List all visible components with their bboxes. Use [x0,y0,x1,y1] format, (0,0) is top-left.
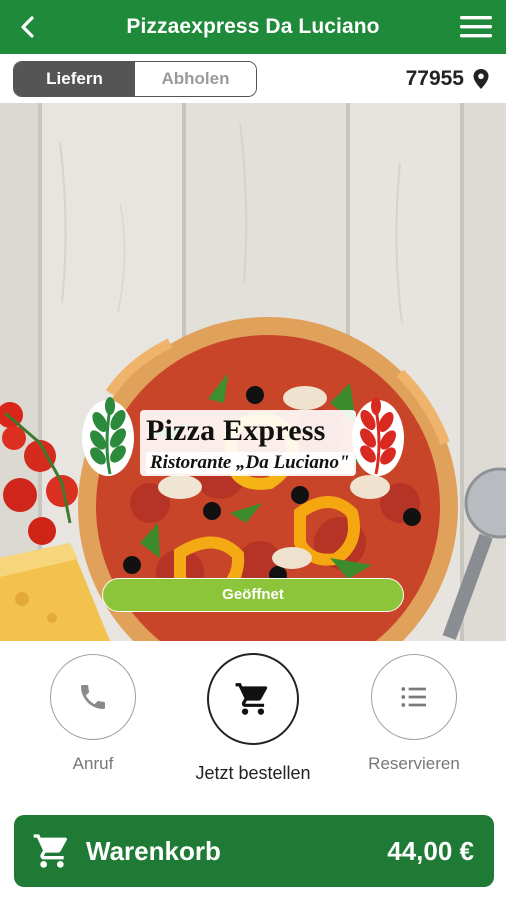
tab-liefern[interactable]: Liefern [14,62,135,96]
order-now-action[interactable]: Jetzt bestellen [195,653,311,784]
postal-code: 77955 [405,67,464,90]
logo-subtitle: Ristorante „Da Luciano" [146,452,354,474]
wheat-green-icon [82,397,134,476]
reserve-button[interactable] [371,654,457,740]
cart-label: Warenkorb [86,836,221,866]
map-pin-icon [473,69,489,89]
hamburger-menu-icon [460,16,492,38]
pizza-background-image [0,103,506,641]
order-mode-row: Liefern Abholen 77955 [0,54,506,102]
cart-total: 44,00 € [387,836,474,866]
hero-banner: Pizza Express Ristorante „Da Luciano" Ge… [0,103,506,641]
phone-icon [81,685,105,709]
open-status-badge: Geöffnet [102,578,404,612]
reserve-action[interactable]: Reservieren [368,654,460,774]
shopping-cart-icon [33,834,67,868]
order-now-label: Jetzt bestellen [195,763,311,783]
order-now-button[interactable] [207,653,299,745]
restaurant-logo: Pizza Express Ristorante „Da Luciano" [80,396,406,482]
call-action[interactable]: Anruf [50,654,136,774]
list-icon [401,687,426,707]
cart-button[interactable]: Warenkorb 44,00 € [14,815,494,887]
order-mode-toggle: Liefern Abholen [13,61,257,97]
call-label: Anruf [72,754,114,773]
location-selector[interactable]: 77955 [406,66,490,92]
wheat-red-icon [352,397,404,476]
quick-actions: Anruf Jetzt bestellen Reservieren [0,641,506,809]
logo-title: Pizza Express [146,414,326,447]
menu-button[interactable] [458,12,494,42]
tab-abholen[interactable]: Abholen [135,62,256,96]
page-title: Pizzaexpress Da Luciano [126,15,380,38]
call-button[interactable] [50,654,136,740]
app-bar: Pizzaexpress Da Luciano [0,0,506,54]
shopping-cart-icon [235,683,268,715]
reserve-label: Reservieren [368,754,460,773]
